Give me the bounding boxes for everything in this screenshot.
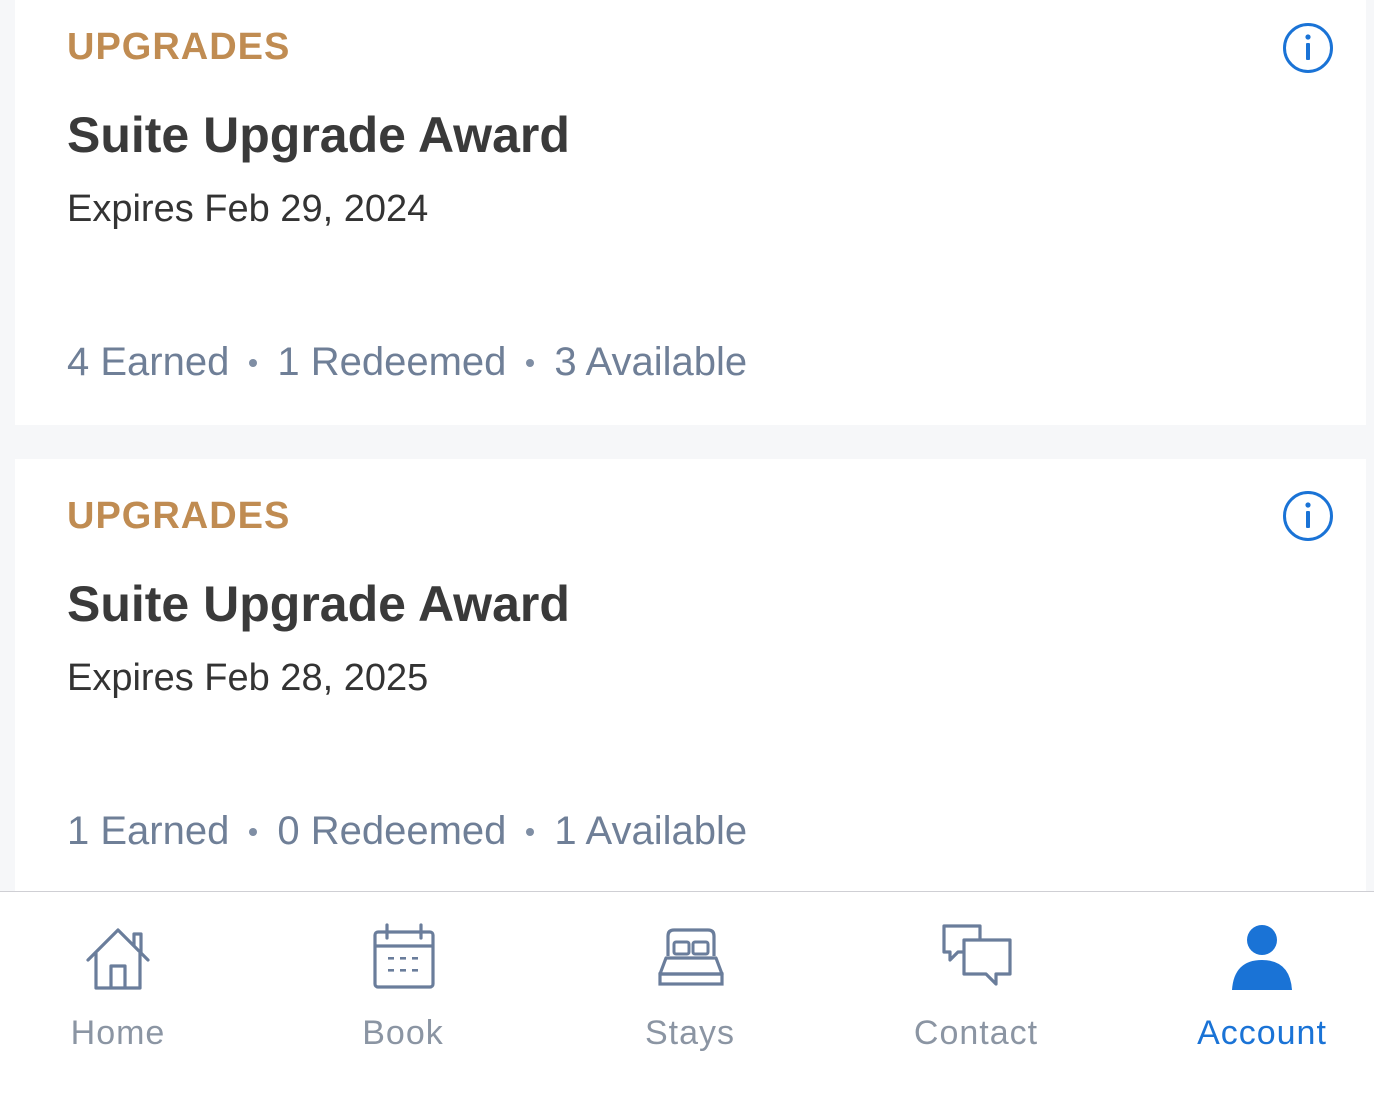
separator-dot [249, 827, 258, 836]
award-expiration: Expires Feb 28, 2025 [67, 657, 429, 699]
tab-stays[interactable]: Stays [570, 892, 810, 1098]
separator-dot [526, 358, 535, 367]
available-count: 3 Available [554, 340, 748, 384]
calendar-icon [373, 923, 435, 989]
bed-icon [658, 928, 724, 986]
tab-contact[interactable]: Contact [856, 892, 1096, 1098]
home-icon [86, 928, 150, 990]
award-title: Suite Upgrade Award [67, 107, 570, 163]
tab-home[interactable]: Home [0, 892, 238, 1098]
tab-label: Contact [913, 1014, 1039, 1052]
award-expiration: Expires Feb 29, 2024 [67, 188, 429, 230]
award-category: UPGRADES [67, 495, 291, 537]
award-card[interactable]: UPGRADES Suite Upgrade Award Expires Feb… [15, 459, 1366, 891]
redeemed-count: 0 Redeemed [277, 809, 507, 853]
page: UPGRADES Suite Upgrade Award Expires Feb… [0, 0, 1374, 1098]
available-count: 1 Available [554, 809, 748, 853]
tab-account[interactable]: Account [1142, 892, 1374, 1098]
award-card[interactable]: UPGRADES Suite Upgrade Award Expires Feb… [15, 0, 1366, 425]
award-title: Suite Upgrade Award [67, 576, 570, 632]
person-icon [1232, 925, 1292, 990]
award-category: UPGRADES [67, 26, 291, 68]
tab-book[interactable]: Book [283, 892, 523, 1098]
tab-label: Stays [644, 1014, 736, 1052]
award-stats: 1 Earned 0 Redeemed 1 Available [67, 809, 747, 854]
info-icon[interactable] [1282, 490, 1334, 542]
award-list[interactable]: UPGRADES Suite Upgrade Award Expires Feb… [0, 0, 1374, 891]
tab-label: Account [1197, 1014, 1327, 1052]
separator-dot [526, 827, 535, 836]
tab-label: Book [362, 1014, 444, 1052]
earned-count: 1 Earned [67, 809, 230, 853]
earned-count: 4 Earned [67, 340, 230, 384]
chat-bubbles-icon [942, 924, 1012, 986]
tab-label: Home [70, 1014, 166, 1052]
bottom-tab-bar: Home Book Stays Contact Account [0, 891, 1374, 1098]
separator-dot [249, 358, 258, 367]
info-icon[interactable] [1282, 22, 1334, 74]
redeemed-count: 1 Redeemed [277, 340, 507, 384]
award-stats: 4 Earned 1 Redeemed 3 Available [67, 340, 747, 385]
